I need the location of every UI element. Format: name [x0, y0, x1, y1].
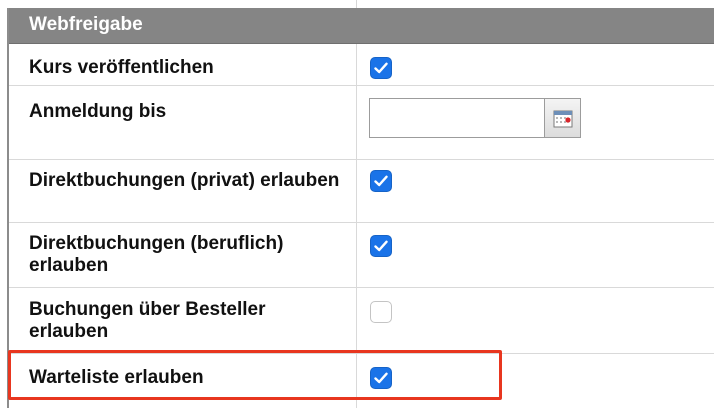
calendar-button[interactable]: [545, 98, 581, 138]
checkmark-icon: [374, 175, 388, 187]
row-divider: [356, 86, 357, 159]
direktbuchungen-privat-checkbox[interactable]: [370, 170, 392, 192]
web-release-form: Webfreigabe Kurs veröffentlichen Anmeldu…: [0, 0, 714, 408]
row-divider: [356, 288, 357, 353]
section-header: Webfreigabe: [9, 8, 714, 44]
row-anmeldung-bis: Anmeldung bis: [9, 86, 714, 160]
section-title: Webfreigabe: [29, 14, 143, 35]
row-label: Direktbuchungen (privat) erlauben: [29, 170, 340, 191]
row-divider: [356, 160, 357, 222]
calendar-icon: [553, 110, 573, 128]
row-label: Kurs veröffentlichen: [29, 57, 214, 78]
divider: [356, 0, 357, 8]
row-label: Warteliste erlauben: [29, 367, 204, 388]
row-label: Buchungen über Besteller erlauben: [29, 299, 266, 342]
anmeldung-bis-date-input[interactable]: [369, 98, 545, 138]
checkmark-icon: [374, 372, 388, 384]
row-buchungen-ueber-besteller: Buchungen über Besteller erlauben: [9, 288, 714, 354]
buchungen-ueber-besteller-checkbox[interactable]: [370, 301, 392, 323]
row-label: Direktbuchungen (beruflich) erlauben: [29, 233, 284, 276]
row-label: Anmeldung bis: [29, 101, 167, 122]
row-direktbuchungen-beruflich: Direktbuchungen (beruflich) erlauben: [9, 223, 714, 288]
row-kurs-veroeffentlichen: Kurs veröffentlichen: [9, 44, 714, 86]
checkmark-icon: [374, 62, 388, 74]
row-divider: [356, 354, 357, 408]
row-direktbuchungen-privat: Direktbuchungen (privat) erlauben: [9, 160, 714, 223]
checkmark-icon: [374, 240, 388, 252]
row-warteliste: Warteliste erlauben: [9, 354, 714, 408]
kurs-veroeffentlichen-checkbox[interactable]: [370, 57, 392, 79]
warteliste-checkbox[interactable]: [370, 367, 392, 389]
row-divider: [356, 44, 357, 85]
direktbuchungen-beruflich-checkbox[interactable]: [370, 235, 392, 257]
row-divider: [356, 223, 357, 287]
top-strip: [0, 0, 714, 8]
